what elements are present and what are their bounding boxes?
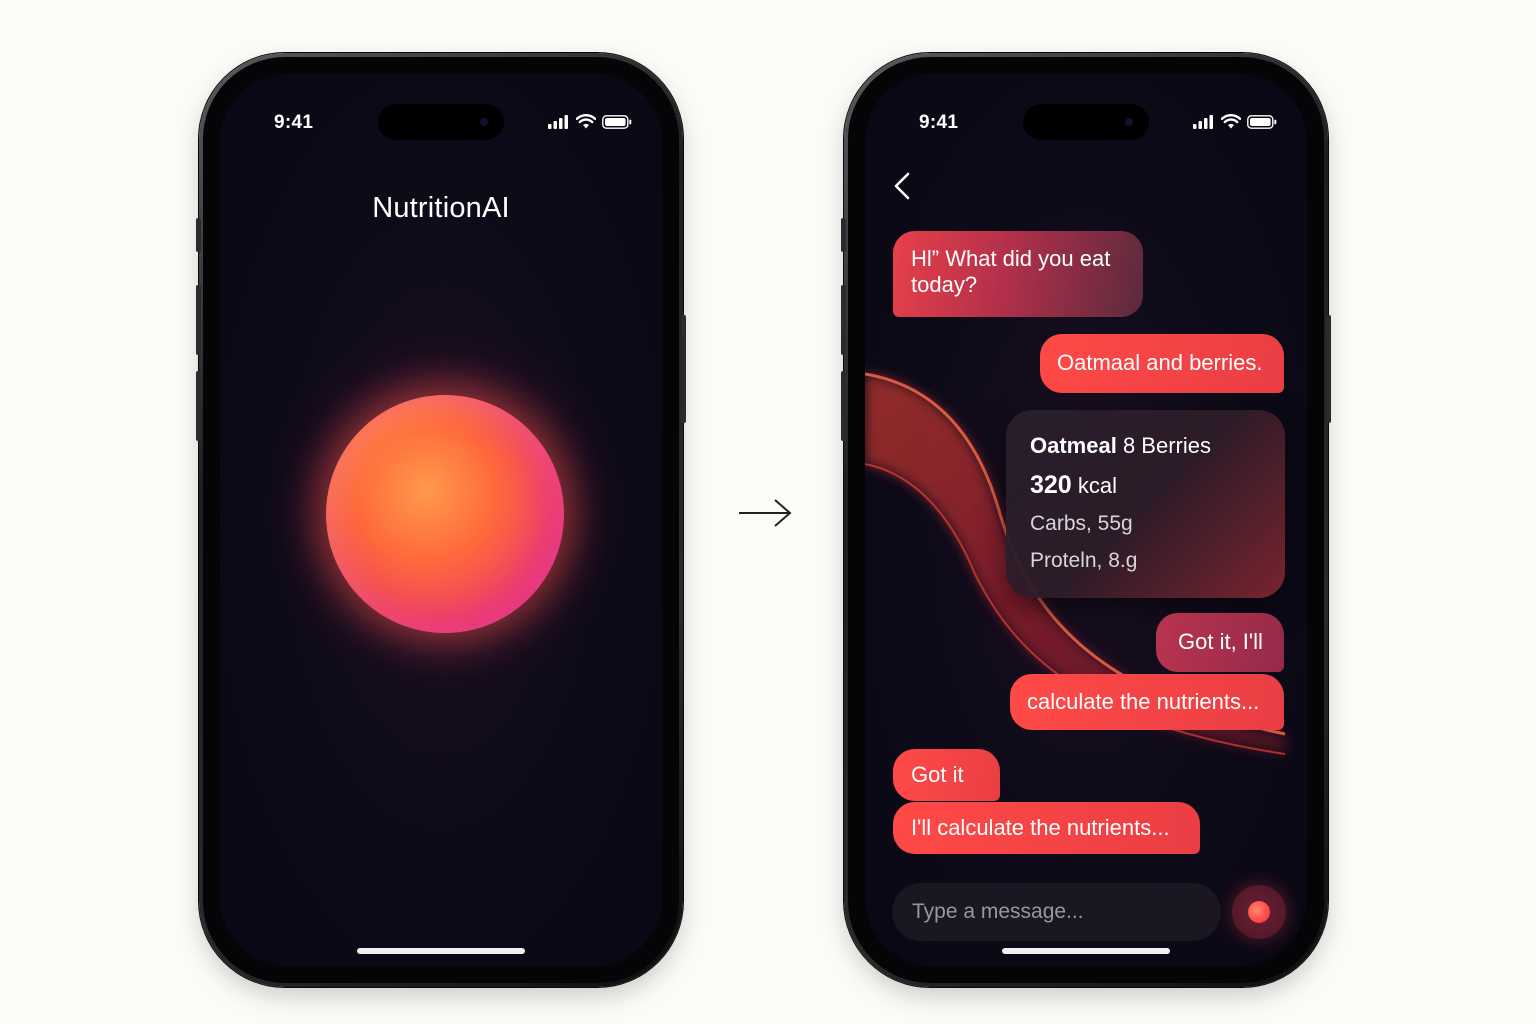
card-protein: Proteln, 8.g bbox=[1030, 549, 1138, 572]
status-time: 9:41 bbox=[274, 112, 314, 133]
card-carbs: Carbs, 55g bbox=[1030, 512, 1133, 535]
power-button bbox=[681, 315, 686, 423]
message-ai: I'll calculate the nutrients... bbox=[893, 802, 1200, 854]
action-button bbox=[196, 218, 201, 252]
splash-screen: 9:41 NutritionAI bbox=[220, 74, 662, 966]
battery-icon bbox=[1247, 114, 1277, 129]
action-button bbox=[841, 218, 846, 252]
card-food-name: Oatmeal bbox=[1030, 433, 1117, 458]
chevron-left-icon[interactable] bbox=[891, 170, 915, 202]
card-calories-value: 320 bbox=[1030, 471, 1072, 499]
app-title: NutritionAI bbox=[372, 192, 510, 224]
right-arrow-icon bbox=[739, 499, 792, 527]
stage: 9:41 NutritionAI 9:41 Hl” What did you e… bbox=[0, 0, 1536, 1024]
card-calories-unit: kcal bbox=[1071, 473, 1117, 498]
camera-icon bbox=[480, 118, 488, 126]
home-indicator[interactable] bbox=[1002, 948, 1170, 954]
bezel: 9:41 bbox=[848, 57, 1324, 983]
volume-up-button bbox=[841, 285, 846, 355]
power-button bbox=[1326, 315, 1331, 423]
camera-icon bbox=[1125, 118, 1133, 126]
bezel: 9:41 bbox=[203, 57, 679, 983]
status-icons bbox=[548, 114, 632, 129]
card-calories: 320 kcal bbox=[1030, 471, 1261, 500]
card-food-extra: 8 Berries bbox=[1116, 433, 1211, 458]
wifi-icon bbox=[576, 114, 596, 129]
cellular-signal-icon bbox=[1193, 114, 1213, 129]
volume-up-button bbox=[196, 285, 201, 355]
home-indicator[interactable] bbox=[357, 948, 525, 954]
dynamic-island bbox=[378, 104, 504, 140]
message-ai: Hl” What did you eat today? bbox=[893, 231, 1143, 317]
message-input[interactable] bbox=[892, 883, 1221, 941]
glowing-orb-icon[interactable] bbox=[326, 395, 564, 633]
message-user: Got it, I'll bbox=[1156, 613, 1284, 672]
phone-splash: 9:41 NutritionAI bbox=[196, 53, 686, 987]
dynamic-island bbox=[1023, 104, 1149, 140]
message-ai: Got it bbox=[893, 749, 1000, 801]
chat-screen: 9:41 Hl” What did you eat today? Oatmaal… bbox=[865, 74, 1307, 966]
volume-down-button bbox=[841, 371, 846, 441]
status-time: 9:41 bbox=[919, 112, 959, 133]
message-user: Oatmaal and berries. bbox=[1040, 334, 1284, 393]
record-dot-icon bbox=[1248, 901, 1270, 923]
phone-chat: 9:41 Hl” What did you eat today? Oatmaal… bbox=[841, 53, 1331, 987]
card-food: Oatmeal 8 Berries bbox=[1030, 432, 1261, 460]
message-user: calculate the nutrients... bbox=[1010, 674, 1284, 730]
volume-down-button bbox=[196, 371, 201, 441]
wifi-icon bbox=[1221, 114, 1241, 129]
send-button[interactable] bbox=[1232, 885, 1286, 939]
cellular-signal-icon bbox=[548, 114, 568, 129]
nutrition-card[interactable]: Oatmeal 8 Berries 320 kcal Carbs, 55g Pr… bbox=[1006, 410, 1285, 598]
status-icons bbox=[1193, 114, 1277, 129]
battery-icon bbox=[602, 114, 632, 129]
